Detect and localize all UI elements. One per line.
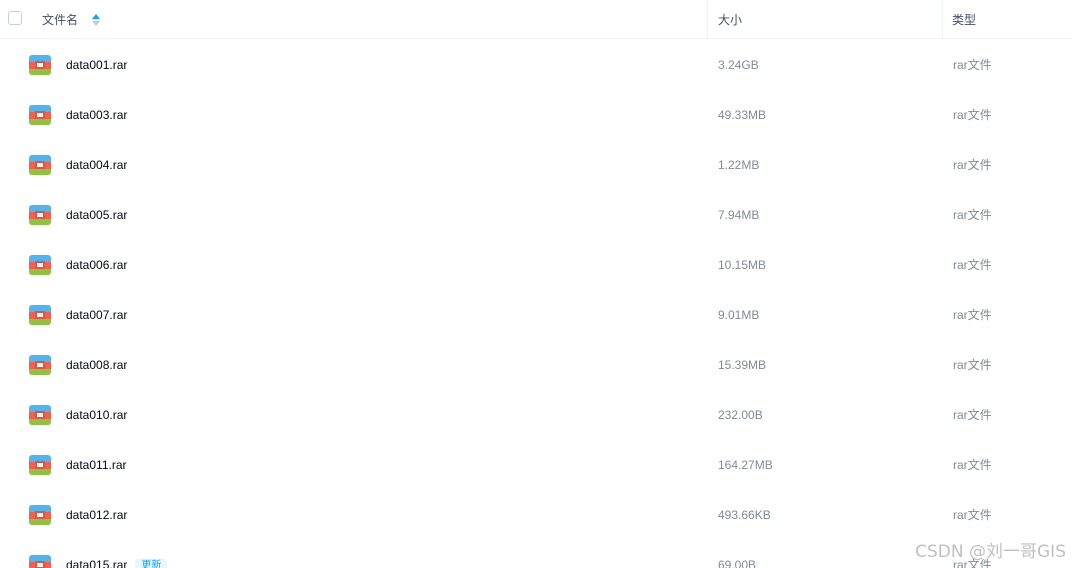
file-name-text: data003.rar bbox=[66, 108, 128, 122]
file-row[interactable]: data011.rar 164.27MB rar文件 bbox=[0, 440, 1072, 490]
file-size: 10.15MB bbox=[718, 258, 767, 272]
sort-ascending-icon[interactable] bbox=[92, 13, 101, 26]
file-type: rar文件 bbox=[953, 158, 992, 172]
column-header-size[interactable]: 大小 bbox=[718, 0, 742, 39]
rar-archive-icon bbox=[29, 555, 51, 568]
file-name-text: data004.rar bbox=[66, 158, 128, 172]
file-name-text: data006.rar bbox=[66, 258, 128, 272]
column-header-type[interactable]: 类型 bbox=[952, 0, 976, 39]
file-name-link[interactable]: data010.rar bbox=[66, 390, 127, 440]
file-size: 69.00B bbox=[718, 558, 757, 568]
rar-archive-icon bbox=[29, 205, 51, 225]
rar-archive-icon bbox=[29, 105, 51, 125]
file-name-text: data011.rar bbox=[66, 458, 127, 472]
file-row[interactable]: data006.rar 10.15MB rar文件 bbox=[0, 240, 1072, 290]
select-all-checkbox[interactable] bbox=[8, 11, 22, 25]
file-row[interactable]: data010.rar 232.00B rar文件 bbox=[0, 390, 1072, 440]
file-name-link[interactable]: data012.rar bbox=[66, 490, 127, 540]
column-header-name-label: 文件名 bbox=[42, 13, 79, 27]
rar-archive-icon bbox=[29, 55, 51, 75]
file-size: 7.94MB bbox=[718, 208, 760, 222]
column-header-type-label: 类型 bbox=[952, 13, 977, 27]
rar-archive-icon bbox=[29, 305, 51, 325]
file-name-link[interactable]: data005.rar bbox=[66, 190, 127, 240]
file-row[interactable]: data004.rar 1.22MB rar文件 bbox=[0, 140, 1072, 190]
file-type: rar文件 bbox=[953, 458, 992, 472]
file-name-text: data005.rar bbox=[66, 208, 128, 222]
file-row[interactable]: data015.rar 更新 69.00B rar文件 bbox=[0, 540, 1072, 568]
file-name-link[interactable]: data015.rar 更新 bbox=[66, 540, 168, 568]
file-name-link[interactable]: data008.rar bbox=[66, 340, 127, 390]
file-type: rar文件 bbox=[953, 108, 992, 122]
column-divider[interactable] bbox=[942, 0, 943, 39]
rar-archive-icon bbox=[29, 505, 51, 525]
rar-archive-icon bbox=[29, 355, 51, 375]
file-name-text: data007.rar bbox=[66, 308, 128, 322]
column-divider[interactable] bbox=[707, 0, 708, 39]
file-type: rar文件 bbox=[953, 408, 992, 422]
file-size: 164.27MB bbox=[718, 458, 773, 472]
file-size: 232.00B bbox=[718, 408, 763, 422]
rar-archive-icon bbox=[29, 455, 51, 475]
file-name-link[interactable]: data007.rar bbox=[66, 290, 127, 340]
file-size: 1.22MB bbox=[718, 158, 760, 172]
file-name-link[interactable]: data001.rar bbox=[66, 40, 127, 90]
file-row[interactable]: data008.rar 15.39MB rar文件 bbox=[0, 340, 1072, 390]
file-name-link[interactable]: data004.rar bbox=[66, 140, 127, 190]
rar-archive-icon bbox=[29, 155, 51, 175]
file-size: 49.33MB bbox=[718, 108, 767, 122]
file-name-link[interactable]: data006.rar bbox=[66, 240, 127, 290]
file-name-text: data010.rar bbox=[66, 408, 128, 422]
file-name-text: data008.rar bbox=[66, 358, 128, 372]
file-type: rar文件 bbox=[953, 358, 992, 372]
rar-archive-icon bbox=[29, 405, 51, 425]
column-header-size-label: 大小 bbox=[718, 13, 743, 27]
file-row[interactable]: data005.rar 7.94MB rar文件 bbox=[0, 190, 1072, 240]
file-type: rar文件 bbox=[953, 58, 992, 72]
rar-archive-icon bbox=[29, 255, 51, 275]
watermark: CSDN @刘一哥GIS bbox=[915, 542, 1066, 562]
update-badge: 更新 bbox=[135, 558, 168, 568]
file-size: 493.66KB bbox=[718, 508, 771, 522]
file-list-page: 文件名 大小 类型 data001.rar 3.24GB rar文件 data003.… bbox=[0, 0, 1072, 568]
file-name-link[interactable]: data003.rar bbox=[66, 90, 127, 140]
file-type: rar文件 bbox=[953, 508, 992, 522]
file-type: rar文件 bbox=[953, 208, 992, 222]
file-rows: data001.rar 3.24GB rar文件 data003.rar 49.33MB… bbox=[0, 40, 1072, 568]
file-size: 15.39MB bbox=[718, 358, 767, 372]
file-row[interactable]: data007.rar 9.01MB rar文件 bbox=[0, 290, 1072, 340]
file-size: 3.24GB bbox=[718, 58, 759, 72]
file-row[interactable]: data001.rar 3.24GB rar文件 bbox=[0, 40, 1072, 90]
file-name-link[interactable]: data011.rar bbox=[66, 440, 127, 490]
file-type: rar文件 bbox=[953, 308, 992, 322]
file-type: rar文件 bbox=[953, 258, 992, 272]
file-name-text: data001.rar bbox=[66, 58, 128, 72]
file-name-text: data015.rar bbox=[66, 558, 128, 568]
file-row[interactable]: data012.rar 493.66KB rar文件 bbox=[0, 490, 1072, 540]
file-name-text: data012.rar bbox=[66, 508, 128, 522]
file-size: 9.01MB bbox=[718, 308, 760, 322]
file-list-header: 文件名 大小 类型 bbox=[0, 0, 1072, 39]
column-header-name[interactable]: 文件名 bbox=[42, 0, 101, 39]
file-row[interactable]: data003.rar 49.33MB rar文件 bbox=[0, 90, 1072, 140]
